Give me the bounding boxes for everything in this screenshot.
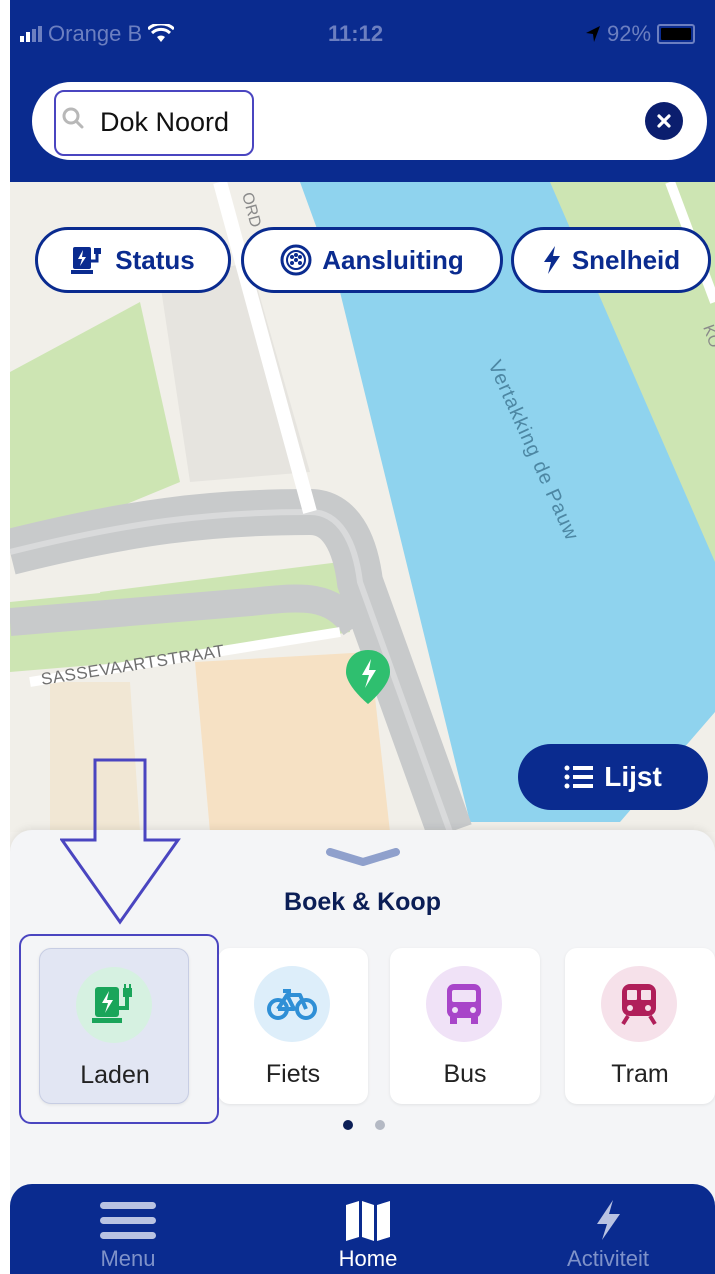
search-bar[interactable] [32, 82, 707, 160]
tab-activiteit[interactable]: Activiteit [528, 1184, 688, 1274]
service-card-fiets[interactable]: Fiets [218, 948, 368, 1104]
list-icon [564, 765, 594, 789]
tab-menu-label: Menu [100, 1246, 156, 1271]
connector-plug-icon [280, 244, 312, 276]
close-icon [657, 114, 671, 128]
map-view[interactable]: ORD Vertakking de Pauw SASSEVAARTSTRAAT … [10, 182, 715, 832]
search-input[interactable] [98, 96, 302, 148]
signal-icon [20, 26, 42, 42]
app-screen: Orange B 11:12 92% Dok Noord ORD Vertakk… [10, 0, 715, 1274]
tab-activiteit-label: Activiteit [567, 1246, 649, 1271]
sheet-collapse-handle-icon[interactable] [326, 848, 400, 868]
filter-connector-chip[interactable]: Aansluiting [241, 227, 503, 293]
page-dot[interactable] [375, 1120, 385, 1130]
tab-menu[interactable]: Menu [48, 1184, 208, 1274]
bottom-tab-bar: Menu Home Activiteit [10, 1184, 715, 1274]
laden-highlight-annotation [19, 934, 219, 1124]
service-card-tram[interactable]: Tram [565, 948, 715, 1104]
status-carrier: Orange B [20, 18, 175, 50]
charging-station-icon [71, 247, 102, 274]
hamburger-menu-icon [100, 1198, 156, 1242]
service-card-label: Bus [443, 1060, 487, 1088]
filter-status-label: Status [115, 244, 195, 275]
battery-icon [657, 24, 696, 44]
battery-percent: 92% [607, 21, 652, 46]
filter-connector-label: Aansluiting [322, 244, 464, 275]
service-card-label: Tram [611, 1060, 669, 1088]
page-dot-active[interactable] [343, 1120, 353, 1130]
lightning-icon [543, 246, 560, 274]
map-icon [344, 1198, 392, 1242]
page-indicator [343, 1120, 385, 1130]
annotation-arrow-icon [60, 758, 181, 925]
bus-icon [426, 966, 502, 1042]
tab-home-label: Home [338, 1246, 398, 1271]
filter-status-chip[interactable]: Status [35, 227, 231, 293]
clear-search-button[interactable] [645, 102, 683, 140]
location-arrow-icon [586, 26, 600, 42]
status-battery: 92% [585, 18, 696, 50]
filter-speed-label: Snelheid [571, 244, 681, 275]
top-bar: Orange B 11:12 92% [10, 0, 715, 182]
service-card-label: Fiets [265, 1060, 321, 1088]
lightning-icon [593, 1198, 623, 1242]
filter-speed-chip[interactable]: Snelheid [511, 227, 711, 293]
list-view-label: Lijst [604, 761, 662, 792]
search-icon [62, 107, 84, 129]
wifi-icon [148, 24, 175, 42]
tram-icon [601, 966, 677, 1042]
service-card-bus[interactable]: Bus [390, 948, 540, 1104]
status-time: 11:12 [328, 21, 384, 46]
list-view-button[interactable]: Lijst [518, 744, 708, 810]
bicycle-icon [254, 966, 330, 1042]
carrier-name: Orange B [48, 21, 143, 46]
tab-home[interactable]: Home [288, 1184, 448, 1274]
